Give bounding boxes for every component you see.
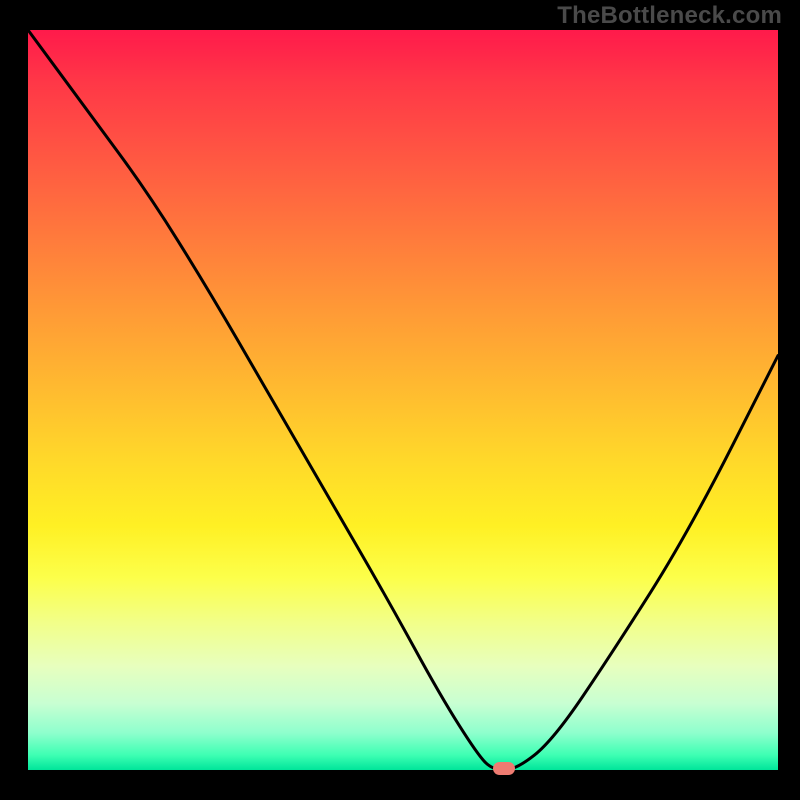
- bottleneck-curve: [28, 30, 778, 770]
- watermark-text: TheBottleneck.com: [557, 2, 782, 30]
- chart-container: TheBottleneck.com: [0, 0, 800, 800]
- optimal-point-marker: [493, 762, 515, 775]
